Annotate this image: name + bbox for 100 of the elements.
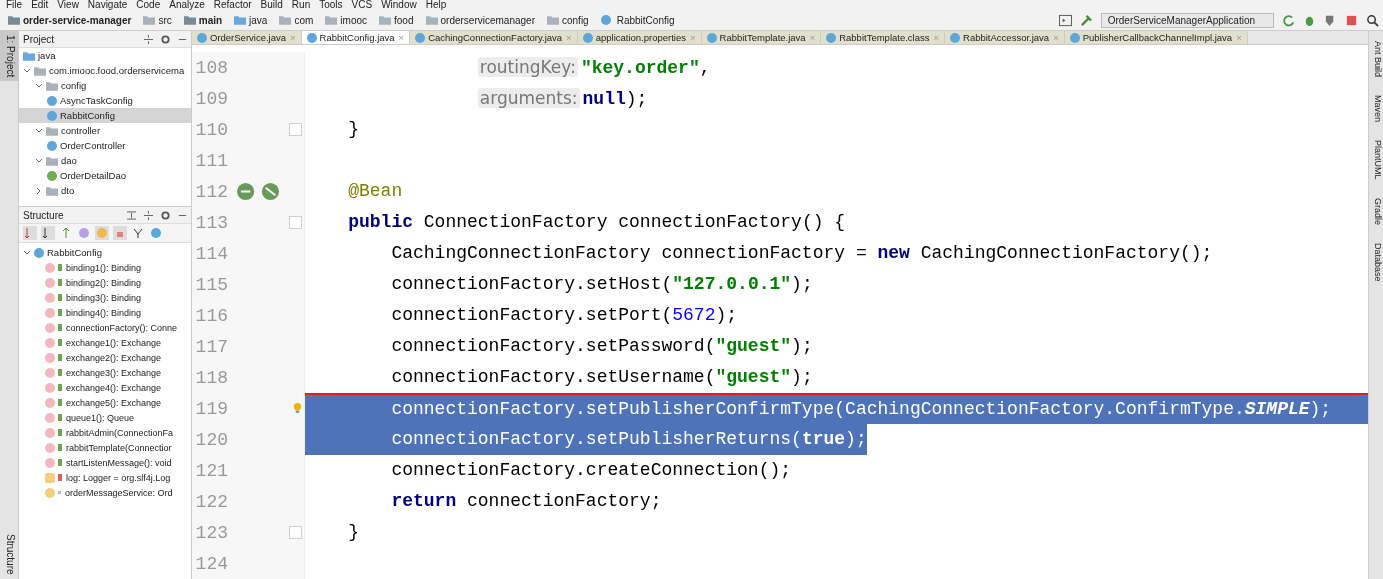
- editor-tab[interactable]: RabbitConfig.java ×: [301, 31, 411, 44]
- editor-tab[interactable]: PublisherCallbackChannelImpl.java ×: [1064, 31, 1248, 44]
- chevron-right-icon[interactable]: [35, 186, 43, 195]
- breadcrumb[interactable]: imooc: [340, 14, 368, 26]
- chevron-down-icon[interactable]: [23, 248, 31, 257]
- chevron-down-icon[interactable]: [35, 126, 43, 135]
- breadcrumb[interactable]: main: [198, 14, 223, 26]
- fork-icon[interactable]: [131, 226, 145, 240]
- structure-item[interactable]: binding3(): Binding: [19, 290, 191, 305]
- project-tool-tab[interactable]: 1: Project: [0, 31, 18, 82]
- search-icon[interactable]: [1366, 13, 1379, 27]
- breadcrumb[interactable]: src: [158, 14, 172, 26]
- editor-tab[interactable]: OrderService.java ×: [192, 31, 302, 44]
- tree-item[interactable]: AsyncTaskConfig: [19, 93, 191, 108]
- tree-item[interactable]: com.imooc.food.orderservicema: [19, 63, 191, 78]
- structure-item[interactable]: binding4(): Binding: [19, 305, 191, 320]
- lightbulb-icon[interactable]: [293, 402, 302, 415]
- folder-icon: [325, 15, 338, 25]
- tree-item[interactable]: RabbitConfig: [19, 108, 191, 123]
- menu-item[interactable]: VCS: [351, 0, 373, 10]
- tool-window-tab[interactable]: Database: [1369, 242, 1383, 282]
- visibility-icon: [58, 354, 62, 361]
- breadcrumb[interactable]: java: [249, 14, 268, 26]
- menu-item[interactable]: Tools: [319, 0, 343, 10]
- menu-item[interactable]: Help: [425, 0, 447, 10]
- tree-item[interactable]: config: [19, 78, 191, 93]
- panel-title[interactable]: Structure: [23, 209, 64, 221]
- chevron-down-icon[interactable]: [35, 81, 43, 90]
- editor-tab[interactable]: RabbitAccessor.java ×: [945, 31, 1065, 44]
- menu-item[interactable]: Navigate: [87, 0, 128, 10]
- structure-tool-tab[interactable]: Structure: [0, 530, 18, 579]
- sort-alpha-icon[interactable]: [41, 226, 55, 240]
- tool-window-tab[interactable]: Gradle: [1369, 197, 1383, 225]
- menu-item[interactable]: Window: [381, 0, 417, 10]
- line-number: 111: [194, 150, 228, 171]
- method-icon: [45, 352, 55, 363]
- structure-item[interactable]: rabbitTemplate(Connectior: [19, 440, 191, 455]
- editor-tab[interactable]: RabbitTemplate.java ×: [701, 31, 822, 44]
- rerun-icon[interactable]: [1282, 13, 1295, 27]
- editor-tab[interactable]: RabbitTemplate.class ×: [821, 31, 946, 44]
- structure-item[interactable]: orderMessageService: Ord: [19, 485, 191, 500]
- settings-icon[interactable]: [161, 210, 170, 220]
- structure-item[interactable]: log: Logger = org.slf4j.Log: [19, 470, 191, 485]
- menu-item[interactable]: Analyze: [169, 0, 205, 10]
- tree-item[interactable]: dto: [19, 183, 191, 198]
- structure-item[interactable]: rabbitAdmin(ConnectionFa: [19, 425, 191, 440]
- hammer-icon[interactable]: [1079, 13, 1093, 27]
- menu-item[interactable]: Run: [291, 0, 311, 10]
- breadcrumb[interactable]: orderservicemanager: [440, 14, 535, 26]
- menu-item[interactable]: Refactor: [213, 0, 252, 10]
- structure-item[interactable]: exchange1(): Exchange: [19, 335, 191, 350]
- menu-item[interactable]: File: [6, 0, 23, 10]
- visibility-icon: [58, 339, 62, 346]
- breadcrumb[interactable]: food: [394, 14, 414, 26]
- method-icon: [45, 427, 55, 438]
- breadcrumb[interactable]: com: [294, 14, 314, 26]
- editor-tab[interactable]: application.properties ×: [577, 31, 702, 44]
- stop-icon[interactable]: [1345, 13, 1358, 27]
- line-number: 117: [194, 336, 228, 357]
- structure-item[interactable]: exchange2(): Exchange: [19, 350, 191, 365]
- structure-item[interactable]: binding1(): Binding: [19, 260, 191, 275]
- run-configuration-dropdown[interactable]: OrderServiceManagerApplication: [1100, 12, 1274, 28]
- collapse-icon[interactable]: [144, 210, 153, 220]
- structure-item[interactable]: queue1(): Queue: [19, 410, 191, 425]
- tree-item[interactable]: dao: [19, 153, 191, 168]
- structure-item[interactable]: startListenMessage(): void: [19, 455, 191, 470]
- menu-item[interactable]: Build: [260, 0, 283, 10]
- sort-icon[interactable]: [23, 226, 37, 240]
- structure-item[interactable]: connectionFactory(): Conne: [19, 320, 191, 335]
- breadcrumb[interactable]: RabbitConfig: [616, 14, 675, 26]
- structure-item[interactable]: exchange3(): Exchange: [19, 365, 191, 380]
- tree-item[interactable]: java: [19, 48, 191, 63]
- tree-item[interactable]: controller: [19, 123, 191, 138]
- tree-item[interactable]: RabbitConfig: [19, 245, 191, 260]
- menu-item[interactable]: View: [57, 0, 79, 10]
- tree-item[interactable]: OrderController: [19, 138, 191, 153]
- circle-icon[interactable]: [149, 226, 163, 240]
- method-icon: [45, 382, 55, 393]
- menu-item[interactable]: Code: [136, 0, 161, 10]
- menu-item[interactable]: Edit: [31, 0, 49, 10]
- visibility-icon: [58, 491, 61, 494]
- chevron-down-icon[interactable]: [35, 156, 43, 165]
- settings-icon[interactable]: [161, 34, 170, 44]
- collapse-icon[interactable]: [144, 34, 153, 44]
- panel-title[interactable]: Project: [23, 33, 55, 45]
- editor-tab[interactable]: CachingConnectionFactory.java ×: [410, 31, 578, 44]
- expand-icon[interactable]: [127, 210, 136, 220]
- terminal-icon[interactable]: [1058, 13, 1072, 27]
- structure-item[interactable]: exchange5(): Exchange: [19, 395, 191, 410]
- breadcrumb[interactable]: config: [562, 14, 589, 26]
- breadcrumb[interactable]: order-service-manager: [23, 14, 132, 26]
- structure-item[interactable]: exchange4(): Exchange: [19, 380, 191, 395]
- chevron-down-icon[interactable]: [23, 66, 31, 75]
- visibility-icon: [58, 294, 62, 301]
- bean-icon[interactable]: [236, 181, 282, 202]
- tool-window-tab[interactable]: PlantUML: [1369, 140, 1383, 180]
- structure-item[interactable]: binding2(): Binding: [19, 275, 191, 290]
- tree-item[interactable]: OrderDetailDao: [19, 168, 191, 183]
- tool-window-tab[interactable]: Maven: [1369, 95, 1383, 123]
- tool-window-tab[interactable]: Ant Build: [1369, 41, 1383, 78]
